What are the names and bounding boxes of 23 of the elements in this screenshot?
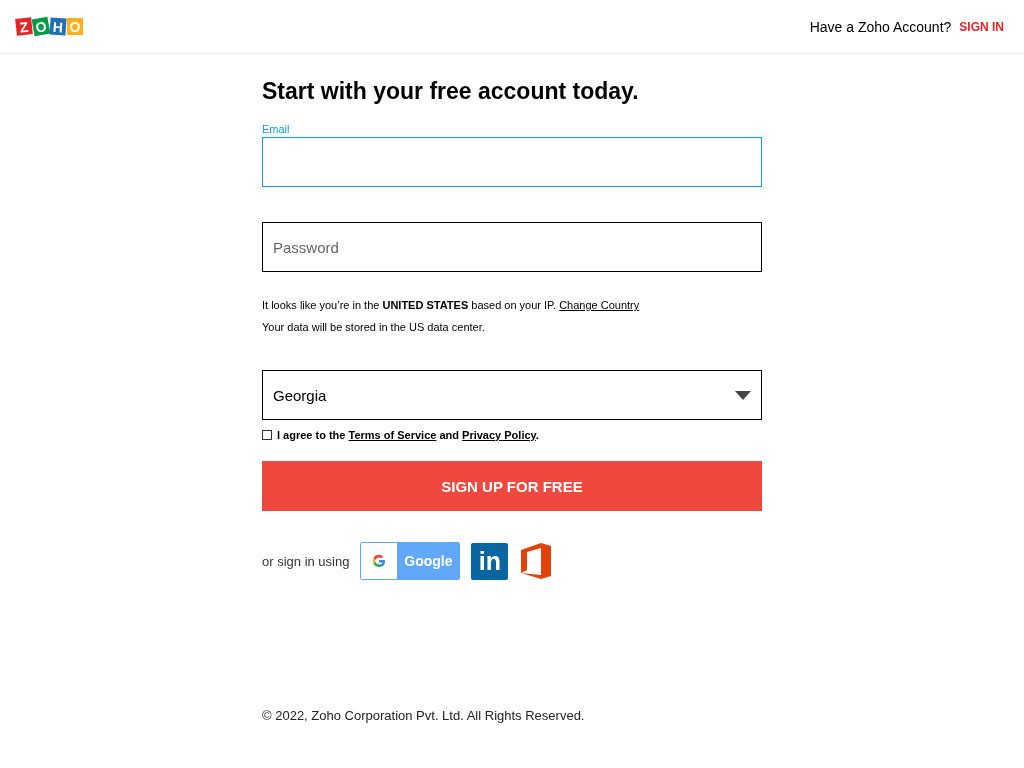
- email-field[interactable]: [262, 137, 762, 187]
- sign-in-link[interactable]: SIGN IN: [959, 19, 1004, 34]
- google-g-icon: [371, 553, 388, 569]
- policy-link[interactable]: Privacy Policy: [462, 429, 536, 441]
- storage-notice: Your data will be stored in the US data center.: [262, 320, 486, 335]
- change-country-link[interactable]: Change Country: [559, 299, 640, 311]
- ip-notice: It looks like you’re in the UNITED STATES based on your IP. Change Country: [262, 298, 641, 313]
- office-logo-icon[interactable]: [519, 542, 554, 580]
- sign-up-button[interactable]: SIGN UP FOR FREE: [262, 461, 762, 511]
- password-field[interactable]: Password: [262, 222, 762, 272]
- copyright-text: © 2022, Zoho Corporation Pvt. Ltd. All Rights Reserved.: [262, 708, 586, 723]
- policy-link[interactable]: Terms of Service: [348, 429, 437, 441]
- agree-text: I agree to the: [277, 429, 347, 441]
- state-select[interactable]: Georgia: [262, 370, 762, 420]
- email-label: Email: [262, 123, 291, 135]
- agree-text: and: [438, 429, 460, 441]
- zoho-logo: Z O H O: [16, 18, 83, 35]
- social-sign-in-label: or sign in using: [262, 553, 350, 569]
- account-prompt: Have a Zoho Account?: [809, 18, 952, 35]
- linkedin-sign-in-button[interactable]: in: [471, 542, 509, 580]
- page-title: Start with your free account today.: [262, 78, 640, 105]
- agree-checkbox[interactable]: [262, 430, 272, 440]
- dropdown-caret-icon: [735, 390, 751, 400]
